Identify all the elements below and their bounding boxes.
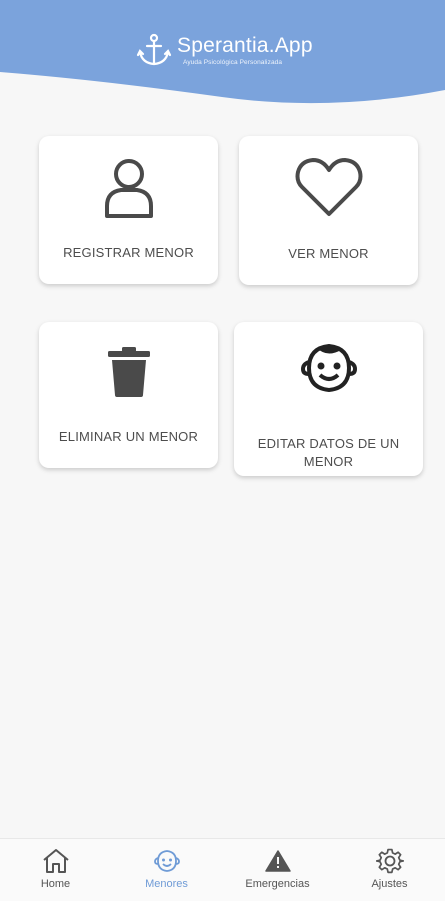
delete-minor-card[interactable]: ELIMINAR UN MENOR <box>39 322 218 468</box>
trash-icon <box>39 346 218 398</box>
anchor-icon <box>136 33 172 66</box>
view-minor-label: VER MENOR <box>288 246 369 261</box>
nav-menores-label: Menores <box>145 878 188 890</box>
nav-emergencias-label: Emergencias <box>245 878 310 890</box>
heart-icon <box>239 156 418 220</box>
register-minor-label: REGISTRAR MENOR <box>63 245 194 260</box>
baby-face-icon <box>234 342 423 394</box>
nav-emergencias[interactable]: Emergencias <box>222 839 333 901</box>
app-tagline: Ayuda Psicológica Personalizada <box>183 58 283 66</box>
home-icon <box>42 847 70 875</box>
brand-logo: Sperantia.App Ayuda Psicológica Personal… <box>136 32 313 68</box>
nav-home-label: Home <box>40 878 71 890</box>
view-minor-card[interactable]: VER MENOR <box>239 136 418 285</box>
nav-ajustes-label: Ajustes <box>371 878 408 890</box>
baby-face-icon <box>153 847 181 875</box>
bottom-navigation: Home Menores Emergencias Ajustes <box>0 838 445 901</box>
register-minor-card[interactable]: REGISTRAR MENOR <box>39 136 218 284</box>
person-icon <box>39 156 218 220</box>
nav-home[interactable]: Home <box>0 839 111 901</box>
nav-ajustes[interactable]: Ajustes <box>334 839 445 901</box>
nav-menores[interactable]: Menores <box>111 839 222 901</box>
delete-minor-label: ELIMINAR UN MENOR <box>58 429 199 444</box>
gear-icon <box>375 847 404 875</box>
warning-icon <box>264 847 292 875</box>
app-name: Sperantia.App <box>177 33 313 57</box>
edit-minor-label: EDITAR DATOS DE UN MENOR <box>257 436 400 469</box>
edit-minor-card[interactable]: EDITAR DATOS DE UN MENOR <box>234 322 423 476</box>
app-header: Sperantia.App Ayuda Psicológica Personal… <box>0 0 445 110</box>
